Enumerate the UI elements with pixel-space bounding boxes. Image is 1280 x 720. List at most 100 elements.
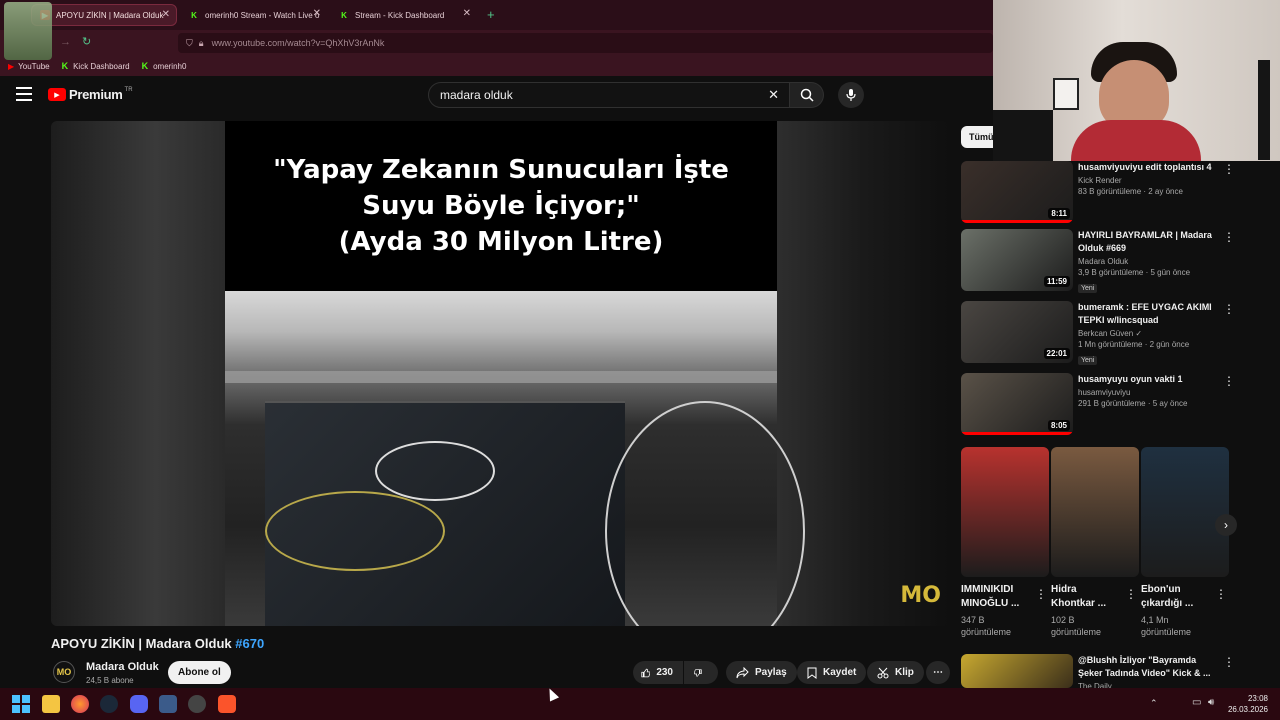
duration-badge: 8:05 bbox=[1047, 420, 1070, 431]
rec-item[interactable]: 8:11 husamviyuviyu edit toplantısı 4 Kic… bbox=[961, 161, 1261, 225]
more-icon[interactable]: ⋮ bbox=[1223, 230, 1235, 244]
tab-youtube[interactable]: ▶ APOYU ZİKİN | Madara Olduk ✕ bbox=[31, 4, 177, 26]
watch-progress bbox=[961, 432, 1073, 435]
dislike-button[interactable] bbox=[684, 661, 718, 684]
short-thumbnail[interactable] bbox=[961, 447, 1049, 577]
steam-icon[interactable] bbox=[100, 695, 118, 713]
discord-icon[interactable] bbox=[130, 695, 148, 713]
brave-icon[interactable] bbox=[218, 695, 236, 713]
system-clock[interactable]: 23:08 26.03.2026 bbox=[1228, 693, 1268, 715]
clock-time: 23:08 bbox=[1247, 694, 1268, 703]
short-thumbnail[interactable] bbox=[1051, 447, 1139, 577]
more-actions-button[interactable]: ⋯ bbox=[926, 661, 950, 684]
youtube-logo[interactable]: ▶ Premium TR bbox=[48, 87, 133, 102]
lock-icon: 🔒︎ bbox=[198, 37, 204, 48]
clip-button[interactable]: Klip bbox=[867, 661, 924, 684]
channel-name[interactable]: Madara Olduk bbox=[86, 661, 159, 673]
overlay-character-image bbox=[4, 2, 52, 60]
short-views: 347 B görüntüleme bbox=[961, 615, 1012, 637]
bookmark-kick-dashboard[interactable]: K Kick Dashboard bbox=[62, 61, 130, 71]
server-rack-footage bbox=[225, 291, 805, 626]
address-bar[interactable]: ⛉ 🔒︎ www.youtube.com/watch?v=QhXhV3rAnNk bbox=[178, 33, 993, 53]
rec-channel[interactable]: Kick Render bbox=[1078, 176, 1214, 185]
video-caption: "Yapay Zekanın Sunucuları İşte Suyu Böyl… bbox=[225, 121, 777, 291]
bookmark-omerinh0[interactable]: K omerinh0 bbox=[142, 61, 187, 71]
rec-thumbnail[interactable]: 8:05 bbox=[961, 373, 1073, 435]
rec-channel[interactable]: husamviyuviyu bbox=[1078, 388, 1214, 397]
chevron-up-icon[interactable]: ⌃ bbox=[1150, 698, 1158, 709]
wall-frame bbox=[1053, 78, 1079, 110]
channel-avatar[interactable]: MO bbox=[53, 661, 75, 683]
more-icon[interactable]: ⋮ bbox=[1223, 162, 1235, 176]
bookmark-youtube[interactable]: ▶ YouTube bbox=[8, 62, 50, 71]
rec-title[interactable]: bumeramk : EFE UYGAC AKIMI TEPKI w/lincs… bbox=[1078, 301, 1214, 327]
short-title[interactable]: Hidra Khontkar ... bbox=[1051, 583, 1121, 611]
like-count: 230 bbox=[656, 667, 673, 678]
shorts-next-button[interactable]: › bbox=[1215, 514, 1237, 536]
share-button[interactable]: Paylaş bbox=[726, 661, 797, 684]
recommendations-sidebar: 8:11 husamviyuviyu edit toplantısı 4 Kic… bbox=[958, 121, 1280, 691]
rec-thumbnail[interactable]: 8:11 bbox=[961, 161, 1073, 223]
file-explorer-icon[interactable] bbox=[42, 695, 60, 713]
rec-thumbnail[interactable] bbox=[961, 654, 1073, 688]
obs-icon[interactable] bbox=[188, 695, 206, 713]
bookmark-label: omerinh0 bbox=[153, 61, 187, 71]
channel-watermark[interactable]: MO bbox=[900, 583, 941, 608]
cable bbox=[605, 401, 805, 626]
scissors-icon bbox=[877, 667, 889, 678]
voice-search-button[interactable] bbox=[838, 82, 864, 108]
close-tab-icon[interactable]: ✕ bbox=[162, 9, 170, 20]
tab-label: APOYU ZİKİN | Madara Olduk bbox=[56, 10, 164, 20]
more-icon[interactable]: ⋮ bbox=[1223, 655, 1235, 669]
speaker-icon[interactable]: 🔊︎ bbox=[1208, 697, 1214, 708]
save-button[interactable]: Kaydet bbox=[797, 661, 867, 684]
forward-icon[interactable]: → bbox=[60, 36, 71, 48]
short-thumbnail[interactable] bbox=[1141, 447, 1229, 577]
rec-meta: 291 B görüntüleme · 5 ay önce bbox=[1078, 399, 1188, 408]
short-title[interactable]: Ebon'un çıkardığı ... bbox=[1141, 583, 1211, 611]
rec-channel[interactable]: Madara Olduk bbox=[1078, 257, 1214, 266]
menu-icon[interactable] bbox=[16, 87, 32, 101]
search-input[interactable]: madara olduk ✕ bbox=[428, 82, 790, 108]
tab-kick-stream[interactable]: K omerinh0 Stream - Watch Live o ✕ bbox=[181, 4, 327, 26]
windows-start-icon[interactable] bbox=[12, 695, 30, 713]
more-icon[interactable]: ⋮ bbox=[1223, 374, 1235, 388]
short-item[interactable]: Hidra Khontkar ... 102 B görüntüleme ⋮ bbox=[1051, 447, 1139, 638]
rec-title[interactable]: husamviyuviyu edit toplantısı 4 bbox=[1078, 161, 1214, 174]
rec-title[interactable]: husamyuyu oyun vakti 1 bbox=[1078, 373, 1214, 386]
new-tab-icon[interactable]: + bbox=[487, 7, 495, 22]
close-tab-icon[interactable]: ✕ bbox=[463, 8, 471, 19]
tab-label: omerinh0 Stream - Watch Live o bbox=[205, 10, 320, 20]
rec-channel[interactable]: Berkcan Güven ✓ bbox=[1078, 329, 1214, 338]
rec-thumbnail[interactable]: 22:01 bbox=[961, 301, 1073, 363]
video-title: APOYU ZİKİN | Madara Olduk #670 bbox=[51, 636, 264, 651]
rec-title[interactable]: @Blushh İzliyor "Bayramda Şeker Tadında … bbox=[1078, 654, 1214, 680]
short-item[interactable]: IMMINIKIDI MINOĞLU ... 347 B görüntüleme… bbox=[961, 447, 1049, 638]
rec-item[interactable]: 8:05 husamyuyu oyun vakti 1 husamviyuviy… bbox=[961, 373, 1261, 437]
rec-item[interactable]: 22:01 bumeramk : EFE UYGAC AKIMI TEPKI w… bbox=[961, 301, 1261, 365]
reload-icon[interactable]: ↻ bbox=[82, 35, 91, 48]
more-icon[interactable]: ⋮ bbox=[1223, 302, 1235, 316]
subscribe-button[interactable]: Abone ol bbox=[168, 661, 231, 684]
tab-kick-dashboard[interactable]: K Stream - Kick Dashboard ✕ bbox=[331, 4, 477, 26]
close-tab-icon[interactable]: ✕ bbox=[313, 8, 321, 19]
short-title[interactable]: IMMINIKIDI MINOĞLU ... bbox=[961, 583, 1031, 611]
video-player[interactable]: "Yapay Zekanın Sunucuları İşte Suyu Böyl… bbox=[51, 121, 949, 626]
firefox-icon[interactable] bbox=[71, 695, 89, 713]
rec-item[interactable]: 11:59 HAYIRLI BAYRAMLAR | Madara Olduk #… bbox=[961, 229, 1261, 293]
rec-title[interactable]: HAYIRLI BAYRAMLAR | Madara Olduk #669 bbox=[1078, 229, 1214, 255]
display-icon[interactable]: ▭ bbox=[1192, 697, 1201, 708]
clear-search-icon[interactable]: ✕ bbox=[768, 87, 779, 103]
more-icon[interactable]: ⋮ bbox=[1215, 587, 1227, 601]
more-icon[interactable]: ⋮ bbox=[1035, 587, 1047, 601]
rec-thumbnail[interactable]: 11:59 bbox=[961, 229, 1073, 291]
duration-badge: 8:11 bbox=[1048, 208, 1070, 219]
search-button[interactable] bbox=[790, 82, 824, 108]
like-button[interactable]: 230 bbox=[633, 661, 683, 684]
short-item[interactable]: Ebon'un çıkardığı ... 4,1 Mn görüntüleme… bbox=[1141, 447, 1229, 638]
app-icon[interactable] bbox=[159, 695, 177, 713]
more-icon[interactable]: ⋮ bbox=[1125, 587, 1137, 601]
duration-badge: 11:59 bbox=[1043, 276, 1070, 287]
video-hashtag[interactable]: #670 bbox=[235, 636, 264, 651]
kick-favicon-icon: K bbox=[341, 10, 347, 20]
